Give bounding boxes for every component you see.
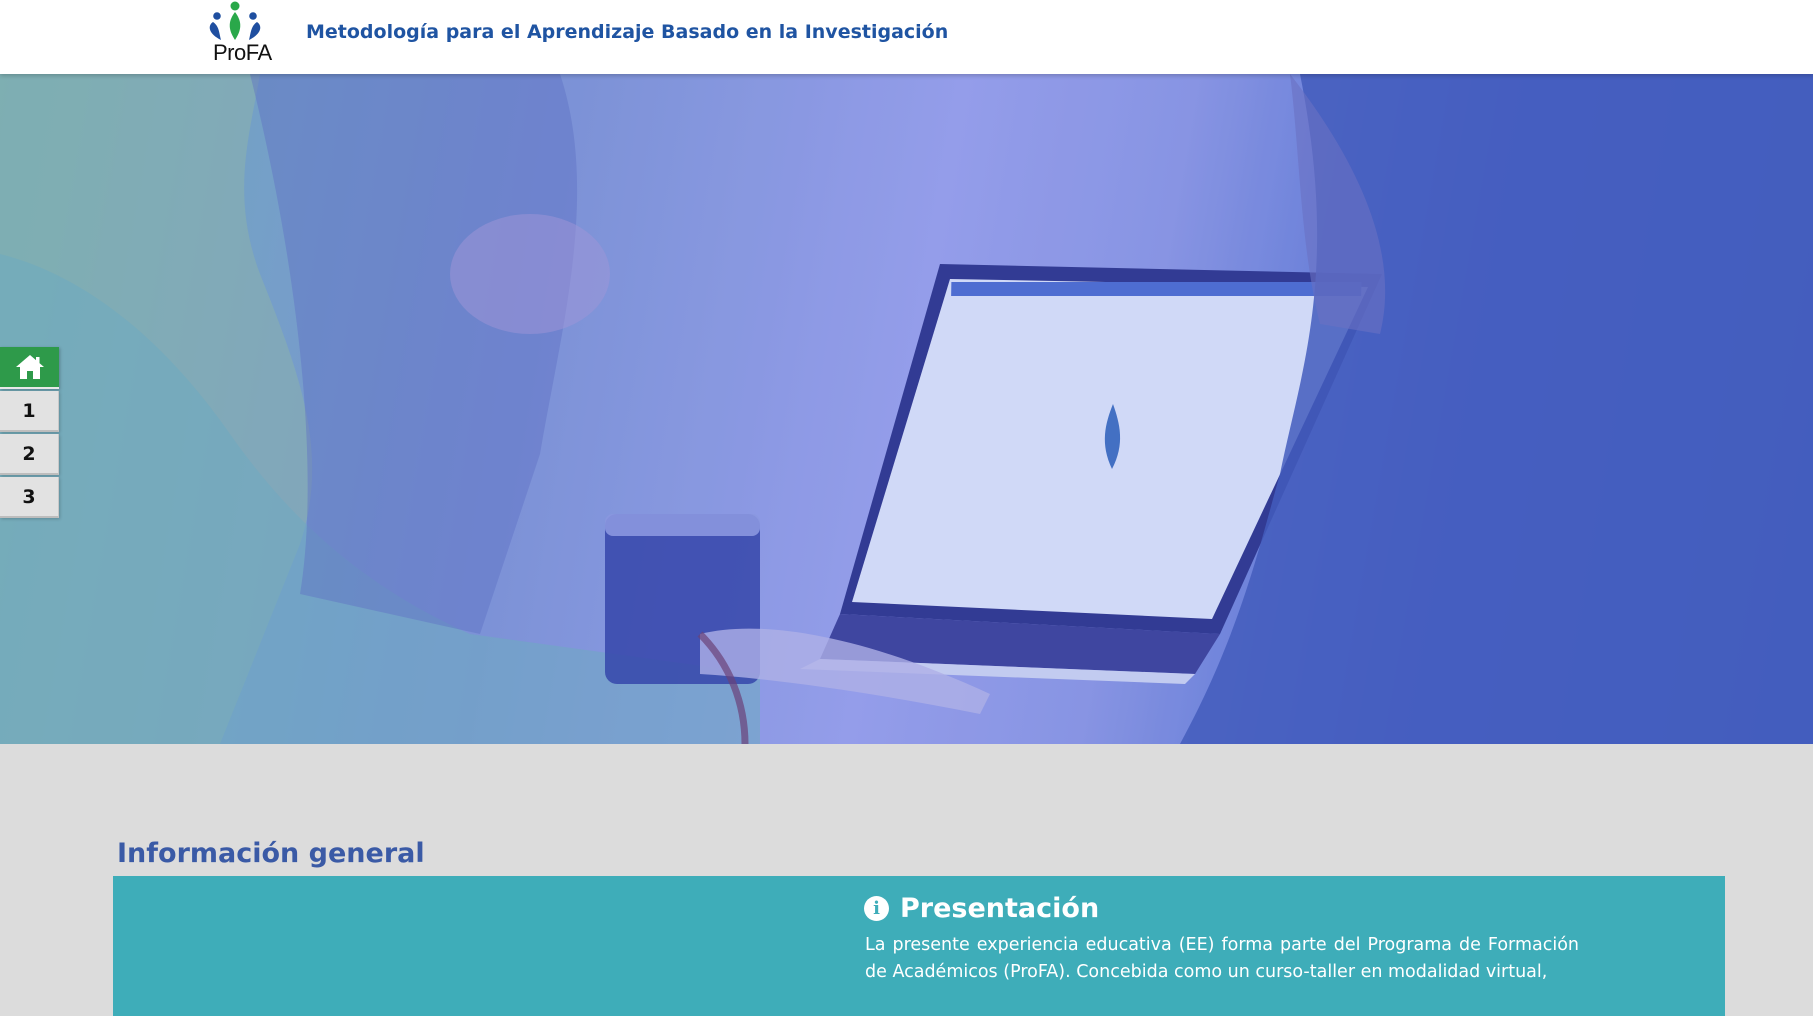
nav-item-1[interactable]: 1 (0, 391, 59, 432)
nav-item-3[interactable]: 3 (0, 477, 59, 518)
home-icon (15, 355, 44, 379)
presentation-heading: i Presentación (864, 893, 1099, 924)
nav-home-button[interactable] (0, 347, 59, 389)
side-navigation: 1 2 3 (0, 347, 59, 518)
hero-illustration (0, 74, 1813, 744)
presentation-card: i Presentación La presente experiencia e… (113, 876, 1725, 1016)
hero-banner (0, 74, 1813, 744)
section-title: Información general (117, 838, 425, 869)
presentation-text: La presente experiencia educativa (EE) f… (865, 935, 1579, 982)
logo-text: ProFA (213, 40, 272, 65)
profa-logo[interactable]: ProFA (205, 0, 272, 66)
nav-item-2[interactable]: 2 (0, 434, 59, 475)
top-header: ProFA Metodología para el Aprendizaje Ba… (0, 0, 1813, 74)
page-title: Metodología para el Aprendizaje Basado e… (306, 21, 949, 43)
profa-logo-mark (209, 1, 261, 40)
presentation-title: Presentación (900, 893, 1100, 924)
info-icon: i (864, 896, 889, 921)
info-icon-glyph: i (873, 897, 880, 919)
